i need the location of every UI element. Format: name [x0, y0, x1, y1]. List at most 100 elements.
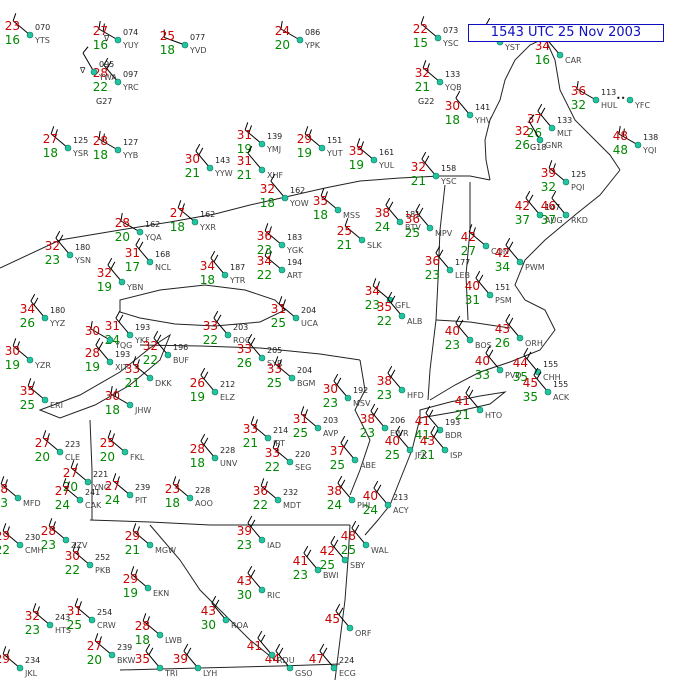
pressure: 158 — [441, 164, 456, 173]
dewpoint: 25 — [405, 226, 420, 240]
temperature: 35 — [20, 384, 35, 398]
temperature: 39 — [237, 524, 252, 538]
station-marker — [562, 211, 570, 219]
dewpoint: 23 — [257, 243, 272, 257]
temperature: 23 — [5, 19, 20, 33]
gust-label: G18 — [530, 143, 546, 152]
temperature: 42 — [495, 246, 510, 260]
station-id: ORF — [355, 629, 372, 638]
station-id: YXR — [199, 223, 216, 232]
station-id: LWB — [165, 636, 182, 645]
pressure: 151 — [495, 283, 510, 292]
pressure: 204 — [297, 366, 312, 375]
station-id: RIC — [267, 591, 281, 600]
dewpoint: 25 — [330, 458, 345, 472]
station-marker — [466, 336, 474, 344]
dewpoint: 37 — [515, 213, 530, 227]
pressure: 192 — [353, 386, 368, 395]
temperature: 33 — [243, 422, 258, 436]
station-marker — [286, 458, 294, 466]
dewpoint: 23 — [25, 623, 40, 637]
temperature: 32 — [45, 239, 60, 253]
station-marker — [264, 434, 272, 442]
station-id: ABE — [360, 461, 376, 470]
temperature: 23 — [165, 482, 180, 496]
station-marker — [181, 41, 189, 49]
station-marker — [318, 144, 326, 152]
temperature: 33 — [267, 362, 282, 376]
station-id: ALB — [407, 317, 422, 326]
temperature: 42 — [515, 199, 530, 213]
temperature: 36 — [257, 229, 272, 243]
station-marker — [274, 496, 282, 504]
station-marker — [358, 236, 366, 244]
dewpoint: 22 — [257, 268, 272, 282]
station-marker — [186, 494, 194, 502]
dewpoint: 22 — [65, 563, 80, 577]
temperature: 32 — [143, 339, 158, 353]
station-marker — [114, 146, 122, 154]
dewpoint: 22 — [0, 543, 10, 557]
temperature: 27 — [35, 436, 50, 450]
station-id: YOW — [289, 199, 309, 208]
station-id: MPV — [435, 229, 453, 238]
station-id: YYB — [122, 151, 138, 160]
pressure: 252 — [95, 553, 110, 562]
station-id: GNR — [545, 141, 563, 150]
dewpoint: 25 — [293, 426, 308, 440]
temperature: 31 — [125, 246, 140, 260]
station-id: HFD — [407, 391, 424, 400]
dewpoint: 24 — [375, 220, 390, 234]
station-marker — [292, 314, 300, 322]
temperature: 31 — [271, 302, 286, 316]
temperature: 30 — [5, 344, 20, 358]
pressure: 214 — [273, 426, 288, 435]
gust-label: G22 — [418, 97, 434, 106]
pressure: 138 — [643, 133, 658, 142]
station-marker — [466, 111, 474, 119]
temperature: 31 — [237, 154, 252, 168]
station-marker — [164, 351, 172, 359]
station-marker — [362, 541, 370, 549]
station-marker — [314, 424, 322, 432]
station-id: YQA — [144, 233, 162, 242]
pressure: 162 — [200, 210, 215, 219]
temperature: 32 — [260, 182, 275, 196]
station-marker — [114, 36, 122, 44]
temperature: 34 — [365, 284, 380, 298]
pressure: 125 — [73, 136, 88, 145]
pressure: 206 — [390, 416, 405, 425]
dewpoint: 23 — [323, 396, 338, 410]
temperature: 42 — [461, 230, 476, 244]
station-id: ORH — [525, 339, 543, 348]
dewpoint: 15 — [413, 36, 428, 50]
temperature: 40 — [465, 279, 480, 293]
temperature: 31 — [293, 412, 308, 426]
temperature: 30 — [185, 152, 200, 166]
station-id: ACK — [553, 393, 570, 402]
station-id: YBN — [126, 283, 143, 292]
station-id: CAR — [565, 56, 582, 65]
dewpoint: 24 — [55, 498, 70, 512]
dewpoint: 19 — [5, 358, 20, 372]
temperature: 35 — [349, 144, 364, 158]
temperature: 48 — [613, 129, 628, 143]
temperature: 29 — [297, 132, 312, 146]
station-id: JHW — [134, 406, 151, 415]
pressure: 127 — [123, 138, 138, 147]
pressure: 113 — [601, 88, 616, 97]
pressure: 193 — [135, 323, 150, 332]
station-id: YMJ — [266, 145, 281, 154]
station-marker — [194, 664, 202, 672]
station-marker — [14, 494, 22, 502]
station-marker — [221, 271, 229, 279]
dewpoint: 23 — [377, 388, 392, 402]
temperature: 22 — [413, 22, 428, 36]
pressure: 196 — [173, 343, 188, 352]
pressure: 228 — [195, 486, 210, 495]
station-marker — [146, 258, 154, 266]
station-id: ECG — [339, 669, 356, 678]
station-id: ACY — [393, 506, 409, 515]
station-id: GSO — [295, 669, 313, 678]
station-marker — [211, 388, 219, 396]
